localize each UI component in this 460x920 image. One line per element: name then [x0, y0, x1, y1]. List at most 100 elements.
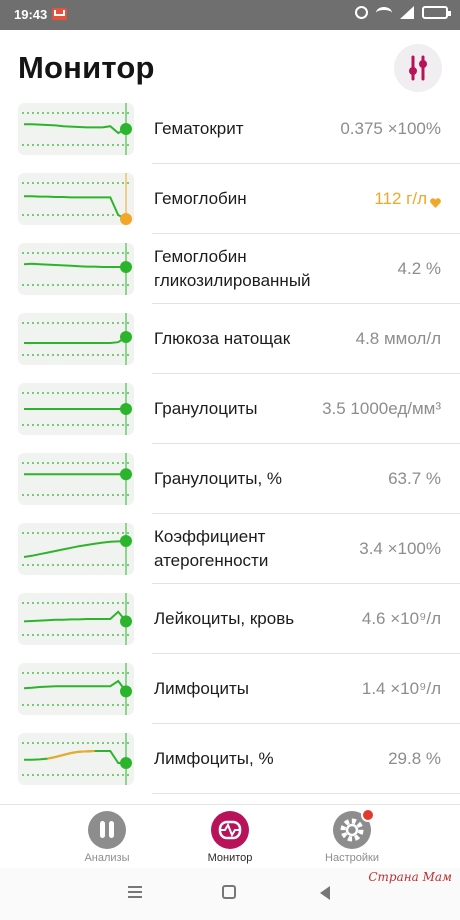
indicator-value: 4.2 %	[398, 234, 441, 304]
sparkline-chart	[22, 383, 132, 435]
indicator-name: Глюкоза натощак	[154, 329, 291, 348]
status-bar: 19:43	[0, 0, 460, 30]
trend-line	[23, 262, 126, 268]
current-value-dot	[120, 535, 132, 547]
tab-label: Монитор	[207, 852, 253, 864]
indicator-value: 4.8 ммол/л	[356, 304, 441, 374]
tab-label: Анализы	[84, 852, 130, 864]
signal-icon	[400, 6, 414, 19]
status-icons	[355, 6, 451, 19]
sparkline-chart	[22, 663, 132, 715]
current-value-dot	[120, 757, 132, 769]
indicator-name: Гемоглобин гликозилированный	[154, 247, 311, 290]
list-item[interactable]: Лимфоциты 1.4 ×10⁹/л	[0, 654, 460, 724]
list-item[interactable]: Гранулоциты, % 63.7 %	[0, 444, 460, 514]
trend-line	[24, 195, 127, 220]
sparkline-chart	[22, 523, 132, 575]
tab-label: Настройки	[325, 852, 379, 864]
trend-line	[23, 540, 127, 558]
warning-heart-icon	[430, 193, 441, 208]
list-item[interactable]: Гемоглобин 112 г/л	[0, 164, 460, 234]
list-item[interactable]: Коэффициент атерогенности 3.4 ×100%	[0, 514, 460, 584]
indicator-value-text: 63.7 %	[388, 469, 441, 488]
list-item[interactable]: Гематокрит 0.375 ×100%	[0, 94, 460, 164]
sparkline-chart	[22, 173, 132, 225]
tab-analyses[interactable]: Анализы	[52, 811, 162, 867]
sparkline-chart	[22, 453, 132, 505]
current-value-dot	[120, 213, 132, 225]
trend-line	[24, 123, 127, 135]
sparkline-chart	[22, 103, 132, 155]
indicator-value: 3.4 ×100%	[359, 514, 441, 584]
sliders-icon	[409, 55, 427, 81]
trend-sparkline	[18, 453, 134, 505]
back-icon[interactable]	[320, 886, 330, 900]
current-value-dot	[120, 685, 132, 698]
indicator-name: Гранулоциты	[154, 399, 258, 418]
current-value-dot	[120, 615, 132, 628]
indicator-value-text: 3.4 ×100%	[359, 539, 441, 558]
trend-line	[23, 610, 127, 623]
monitor-pulse-icon	[211, 811, 249, 849]
current-value-dot	[120, 123, 132, 135]
indicator-value-text: 29.8 %	[388, 749, 441, 768]
current-value-dot	[120, 403, 132, 415]
list-item[interactable]: Гранулоциты 3.5 1000ед/мм³	[0, 374, 460, 444]
sparkline-chart	[22, 733, 132, 785]
trend-sparkline	[18, 243, 134, 295]
current-value-dot	[120, 331, 132, 343]
trend-sparkline	[18, 663, 134, 715]
trend-sparkline	[18, 173, 134, 225]
trend-sparkline	[18, 733, 134, 785]
trend-line	[23, 679, 127, 692]
indicator-value: 3.5 1000ед/мм³	[322, 374, 441, 444]
notification-badge	[361, 808, 375, 822]
indicator-name: Гемоглобин	[154, 189, 247, 208]
wifi-icon	[376, 6, 392, 19]
indicator-value-text: 4.6 ×10⁹/л	[361, 609, 441, 628]
indicator-value-text: 1.4 ×10⁹/л	[361, 679, 441, 698]
indicator-list: Гематокрит 0.375 ×100% Гемоглобин 112 г/л Ге…	[0, 94, 460, 804]
tab-settings[interactable]: Настройки	[297, 808, 407, 867]
menu-icon[interactable]	[128, 886, 142, 898]
bottom-navigation: Анализы Монитор Настройки	[0, 804, 460, 868]
indicator-name: Лейкоциты, кровь	[154, 609, 295, 628]
trend-sparkline	[18, 313, 134, 365]
list-item[interactable]: Гемоглобин гликозилированный 4.2 %	[0, 234, 460, 304]
indicator-name: Лимфоциты, %	[154, 749, 274, 768]
trend-line	[24, 336, 127, 344]
trend-warning-segment	[47, 750, 95, 760]
indicator-value: 1.4 ×10⁹/л	[362, 654, 441, 724]
indicator-value: 0.375 ×100%	[340, 94, 441, 164]
list-item[interactable]: Лейкоциты, кровь 4.6 ×10⁹/л	[0, 584, 460, 654]
indicator-name: Коэффициент атерогенности	[154, 527, 269, 570]
indicator-value: 29.8 %	[388, 724, 441, 794]
trend-sparkline	[18, 523, 134, 575]
indicator-name: Гематокрит	[154, 119, 244, 138]
sparkline-chart	[22, 243, 132, 295]
mail-notification-icon	[52, 8, 67, 20]
indicator-name: Лимфоциты	[154, 679, 250, 698]
page-title: Монитор	[18, 50, 155, 85]
tab-monitor[interactable]: Монитор	[175, 811, 285, 867]
current-value-dot	[120, 261, 132, 273]
indicator-value: 112 г/л	[374, 164, 441, 234]
list-item[interactable]: Глюкоза натощак 4.8 ммол/л	[0, 304, 460, 374]
home-icon[interactable]	[222, 885, 236, 899]
indicator-name: Гранулоциты, %	[154, 469, 283, 488]
indicator-value-text: 4.2 %	[397, 259, 441, 278]
trend-sparkline	[18, 593, 134, 645]
trend-sparkline	[18, 383, 134, 435]
watermark-text: Страна Мам	[368, 870, 452, 884]
filter-button[interactable]	[394, 44, 442, 92]
sparkline-chart	[22, 593, 132, 645]
indicator-value-text: 112 г/л	[374, 189, 427, 208]
sparkline-chart	[22, 313, 132, 365]
status-time: 19:43	[14, 7, 48, 22]
indicator-value-text: 0.375 ×100%	[340, 119, 441, 138]
indicator-value: 63.7 %	[388, 444, 441, 514]
trend-sparkline	[18, 103, 134, 155]
list-item[interactable]: Лимфоциты, % 29.8 %	[0, 724, 460, 794]
gear-icon	[333, 808, 375, 849]
battery-icon	[422, 6, 451, 19]
